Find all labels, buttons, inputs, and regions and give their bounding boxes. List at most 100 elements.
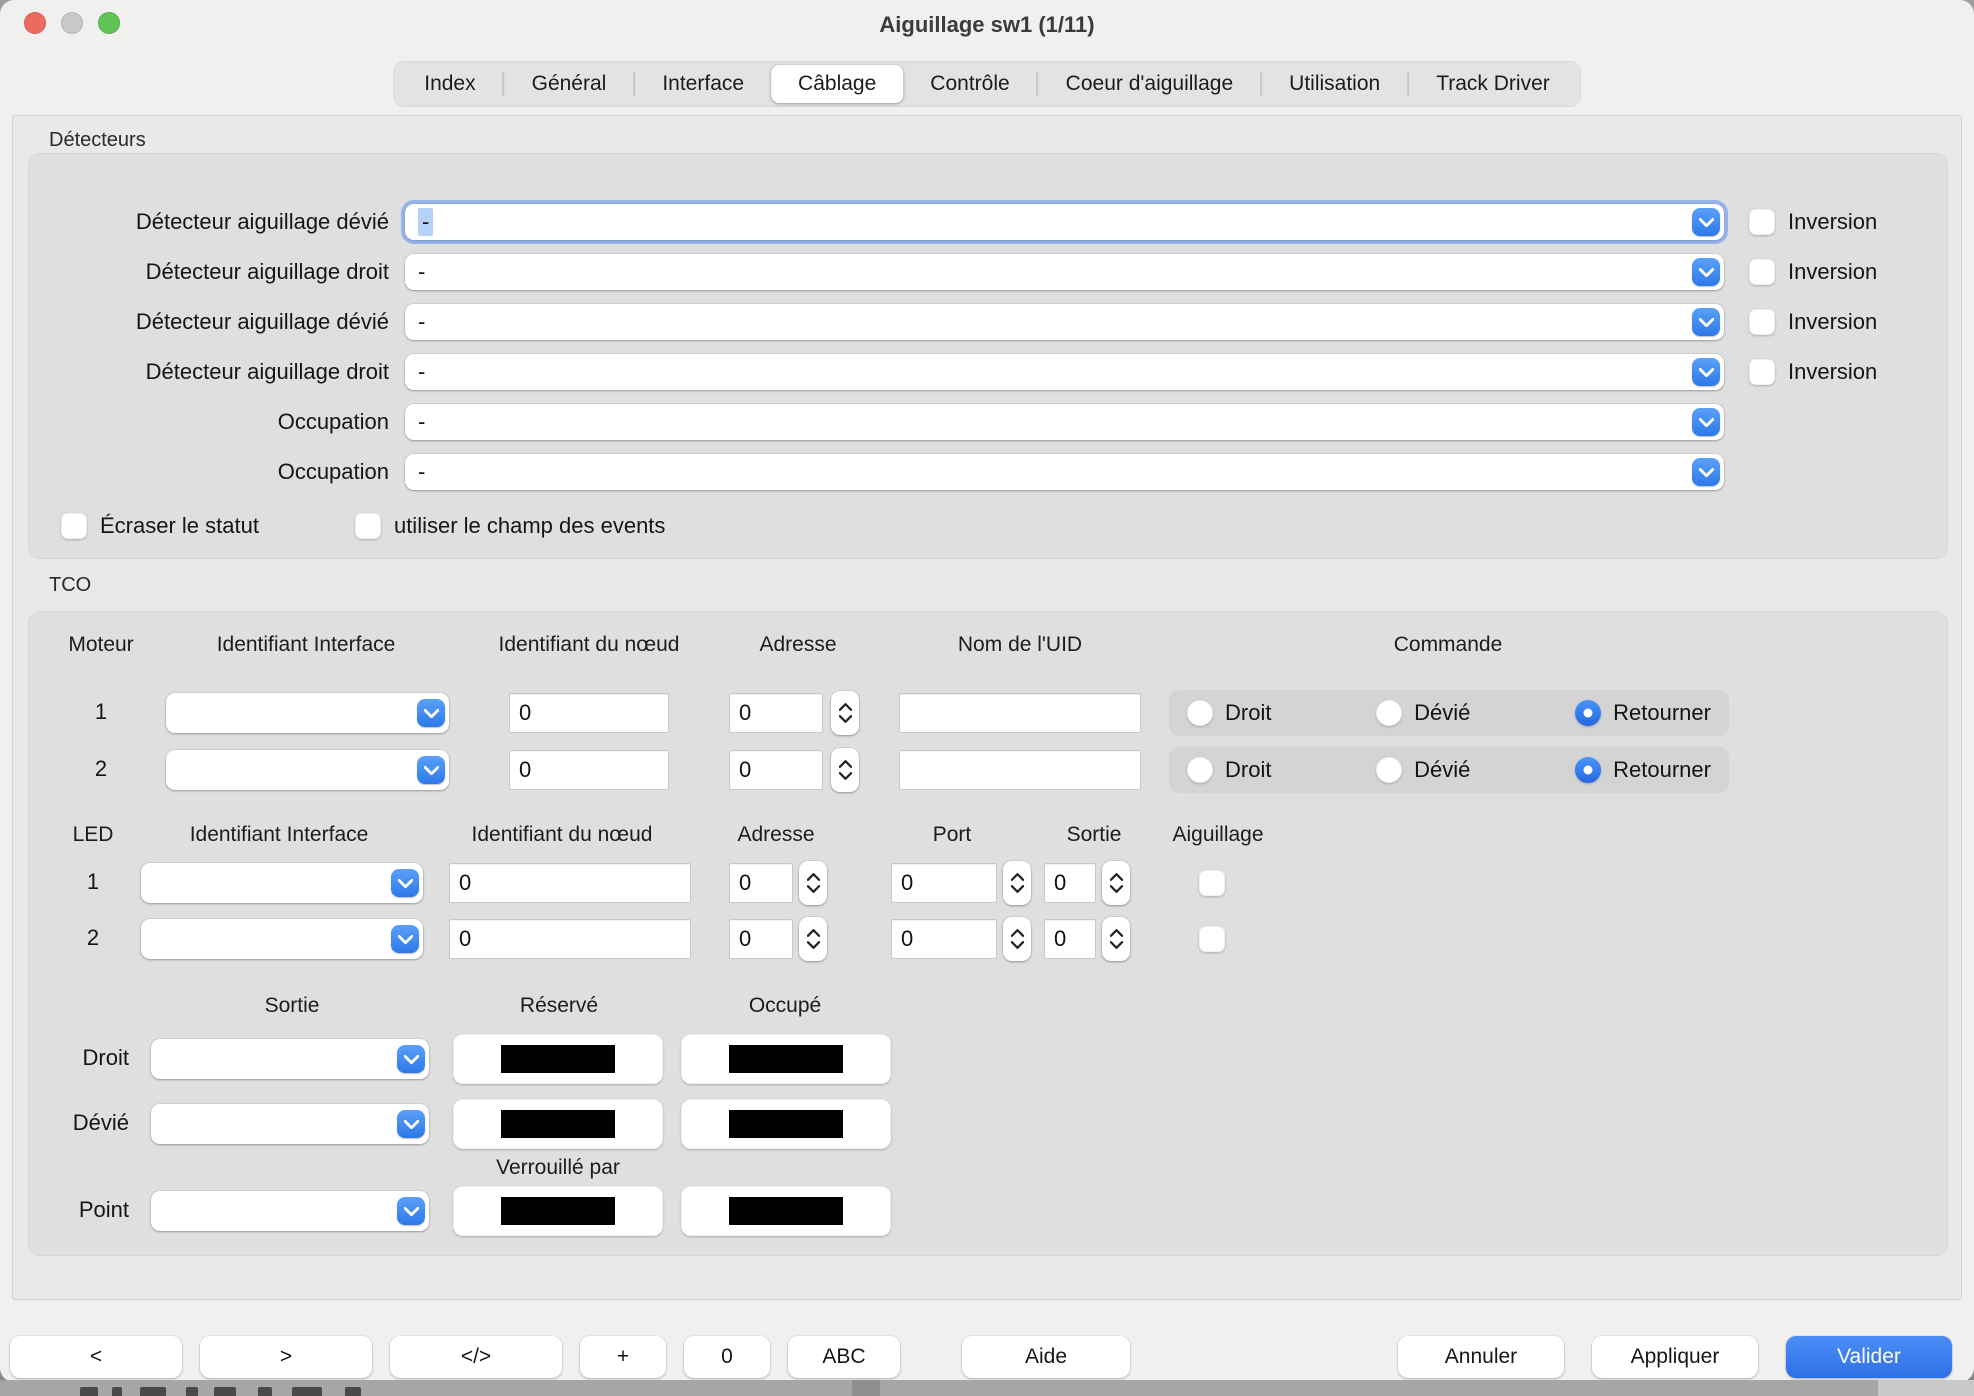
prev-button[interactable]: < — [10, 1336, 182, 1378]
add-button[interactable]: + — [580, 1336, 666, 1378]
point-output-dropdown[interactable] — [151, 1191, 429, 1231]
tab-track-driver[interactable]: Track Driver — [1409, 65, 1577, 103]
point-occupied-color-well[interactable] — [681, 1186, 891, 1236]
tab-index[interactable]: Index — [397, 65, 502, 103]
chevron-down-icon — [839, 772, 852, 780]
overwrite-status-label: Écraser le statut — [100, 513, 259, 539]
moteur-row-number: 1 — [68, 699, 134, 725]
led-2-node-input[interactable] — [449, 919, 691, 959]
led-2-address-stepper[interactable] — [799, 917, 827, 961]
led-2-interface-dropdown[interactable] — [141, 919, 423, 959]
tco-group-label: TCO — [49, 574, 91, 597]
inversion-checkbox-4[interactable] — [1749, 359, 1775, 385]
overwrite-status-checkbox[interactable] — [61, 513, 87, 539]
tab-general[interactable]: Général — [505, 65, 634, 103]
use-events-field-checkbox[interactable] — [355, 513, 381, 539]
droit-occupied-color-well[interactable] — [681, 1034, 891, 1084]
detector-row: Détecteur aiguillage droit - Inversion — [28, 247, 1948, 297]
next-button[interactable]: > — [200, 1336, 372, 1378]
led-1-node-input[interactable] — [449, 863, 691, 903]
radio-label: Retourner — [1613, 700, 1711, 726]
tab-coeur-aiguillage[interactable]: Coeur d'aiguillage — [1039, 65, 1260, 103]
radio-droit[interactable]: Droit — [1187, 757, 1271, 783]
chevron-down-icon — [1692, 208, 1720, 236]
led-2-output-stepper[interactable] — [1102, 917, 1130, 961]
moteur-2-node-input[interactable] — [509, 750, 669, 790]
led-2-output-input[interactable] — [1044, 919, 1096, 959]
moteur-1-uid-input[interactable] — [899, 693, 1141, 733]
led-2-aiguillage-checkbox[interactable] — [1199, 926, 1225, 952]
tab-bar: Index Général Interface Câblage Contrôle… — [393, 61, 1581, 107]
droit-reserved-color-well[interactable] — [453, 1034, 663, 1084]
occupation-1-dropdown[interactable]: - — [405, 404, 1724, 440]
moteur-1-interface-dropdown[interactable] — [166, 693, 449, 733]
validate-button[interactable]: Valider — [1786, 1336, 1952, 1378]
devie-reserved-color-well[interactable] — [453, 1099, 663, 1149]
apply-button[interactable]: Appliquer — [1592, 1336, 1758, 1378]
led-2-port-input[interactable] — [891, 919, 997, 959]
tab-interface[interactable]: Interface — [635, 65, 771, 103]
tab-cablage[interactable]: Câblage — [771, 65, 903, 103]
detector-straight-2-dropdown[interactable]: - — [405, 354, 1724, 390]
point-locked-color-well[interactable] — [453, 1186, 663, 1236]
cancel-button[interactable]: Annuler — [1398, 1336, 1564, 1378]
radio-selected-icon — [1575, 757, 1601, 783]
inversion-checkbox-2[interactable] — [1749, 259, 1775, 285]
detector-row: Occupation - — [28, 397, 1948, 447]
moteur-2-uid-input[interactable] — [899, 750, 1141, 790]
led-2-address-input[interactable] — [729, 919, 793, 959]
interface-id-header: Identifiant Interface — [217, 633, 396, 657]
led-1-output-stepper[interactable] — [1102, 861, 1130, 905]
moteur-2-address-stepper[interactable] — [831, 748, 859, 792]
inversion-label: Inversion — [1788, 309, 1877, 335]
inversion-checkbox-3[interactable] — [1749, 309, 1775, 335]
detector-deviated-2-dropdown[interactable]: - — [405, 304, 1724, 340]
tab-controle[interactable]: Contrôle — [903, 65, 1036, 103]
chevron-down-icon — [1692, 258, 1720, 286]
uid-name-header: Nom de l'UID — [958, 633, 1082, 657]
chevron-down-icon — [397, 1197, 425, 1225]
moteur-1-node-input[interactable] — [509, 693, 669, 733]
led-1-output-input[interactable] — [1044, 863, 1096, 903]
devie-output-dropdown[interactable] — [151, 1104, 429, 1144]
zero-button[interactable]: 0 — [684, 1336, 770, 1378]
chevron-down-icon — [839, 715, 852, 723]
radio-label: Droit — [1225, 700, 1271, 726]
chevron-up-icon — [839, 760, 852, 768]
moteur-1-address-input[interactable] — [729, 693, 823, 733]
led-2-port-stepper[interactable] — [1003, 917, 1031, 961]
led-1-address-input[interactable] — [729, 863, 793, 903]
radio-droit[interactable]: Droit — [1187, 700, 1271, 726]
moteur-2-interface-dropdown[interactable] — [166, 750, 449, 790]
led-1-address-stepper[interactable] — [799, 861, 827, 905]
node-id-header: Identifiant du nœud — [472, 823, 653, 847]
radio-label: Dévié — [1414, 757, 1470, 783]
inversion-checkbox-1[interactable] — [1749, 209, 1775, 235]
chevron-down-icon — [417, 699, 445, 727]
help-button[interactable]: Aide — [962, 1336, 1130, 1378]
abc-button[interactable]: ABC — [788, 1336, 900, 1378]
radio-label: Dévié — [1414, 700, 1470, 726]
led-1-port-stepper[interactable] — [1003, 861, 1031, 905]
tab-utilisation[interactable]: Utilisation — [1262, 65, 1407, 103]
radio-retourner[interactable]: Retourner — [1575, 757, 1711, 783]
radio-devie[interactable]: Dévié — [1376, 700, 1470, 726]
occupation-2-dropdown[interactable]: - — [405, 454, 1724, 490]
detector-straight-1-dropdown[interactable]: - — [405, 254, 1724, 290]
moteur-1-address-stepper[interactable] — [831, 691, 859, 735]
chevron-down-icon — [1692, 358, 1720, 386]
chevron-down-icon — [1692, 308, 1720, 336]
radio-icon — [1187, 757, 1213, 783]
led-1-aiguillage-checkbox[interactable] — [1199, 870, 1225, 896]
led-1-port-input[interactable] — [891, 863, 997, 903]
led-row-number: 2 — [60, 925, 126, 951]
xml-button[interactable]: </> — [390, 1336, 562, 1378]
detector-deviated-1-dropdown[interactable]: - — [405, 204, 1724, 240]
detecteurs-group-label: Détecteurs — [49, 129, 146, 152]
droit-output-dropdown[interactable] — [151, 1039, 429, 1079]
radio-devie[interactable]: Dévié — [1376, 757, 1470, 783]
radio-retourner[interactable]: Retourner — [1575, 700, 1711, 726]
moteur-2-address-input[interactable] — [729, 750, 823, 790]
devie-occupied-color-well[interactable] — [681, 1099, 891, 1149]
led-1-interface-dropdown[interactable] — [141, 863, 423, 903]
